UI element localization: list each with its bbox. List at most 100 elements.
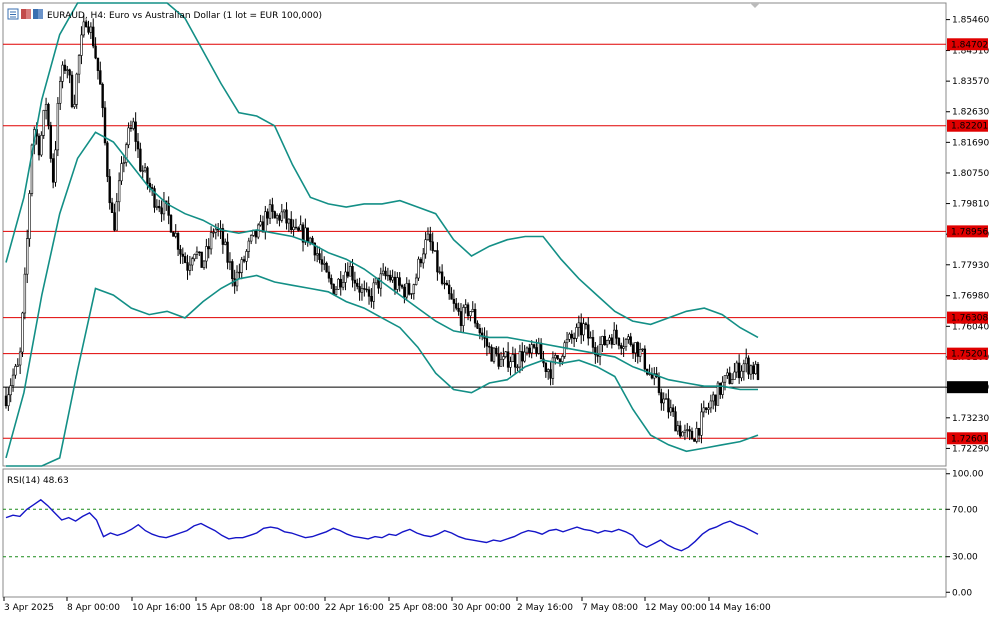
candle-body xyxy=(570,333,573,339)
candle-body xyxy=(532,344,536,348)
candle-body xyxy=(174,233,177,237)
price-tick-label: 1.80750 xyxy=(952,169,989,179)
candle-body xyxy=(679,425,682,437)
candle[interactable] xyxy=(200,251,203,268)
candle[interactable] xyxy=(40,131,43,157)
candle[interactable] xyxy=(492,347,496,364)
candle[interactable] xyxy=(563,340,566,359)
candle[interactable] xyxy=(103,101,107,146)
candle-body xyxy=(389,274,392,281)
candle-body xyxy=(440,271,444,284)
candle-body xyxy=(549,369,552,379)
candle-body xyxy=(297,227,300,231)
candle-body xyxy=(457,307,460,312)
candle-body xyxy=(735,362,738,373)
candle-body xyxy=(523,351,526,362)
candle-body xyxy=(96,57,100,71)
candle-body xyxy=(320,259,324,265)
candle-body xyxy=(372,282,375,302)
time-tick-label: 18 Apr 00:00 xyxy=(261,603,320,613)
candle-body xyxy=(209,232,213,250)
candle-body xyxy=(308,237,312,243)
candle-body xyxy=(63,64,67,71)
candle[interactable] xyxy=(75,72,78,109)
candle-body xyxy=(212,232,215,234)
candle[interactable] xyxy=(325,261,328,273)
candle-body xyxy=(587,324,590,339)
candle-body xyxy=(266,211,269,219)
candle-body xyxy=(47,103,50,126)
candle-body xyxy=(87,26,90,33)
candle[interactable] xyxy=(681,431,684,437)
candle-body xyxy=(495,347,498,355)
candle[interactable] xyxy=(56,97,60,157)
candle-body xyxy=(108,176,111,204)
candle-body xyxy=(381,270,385,275)
candle-body xyxy=(488,345,491,348)
candle-body xyxy=(704,407,708,410)
candle[interactable] xyxy=(643,345,647,373)
candle-body xyxy=(169,215,173,233)
candle[interactable] xyxy=(273,210,276,219)
candle-body xyxy=(603,336,606,346)
candle-body xyxy=(438,271,441,273)
candle[interactable] xyxy=(23,267,27,320)
candle[interactable] xyxy=(21,311,24,358)
candle-body xyxy=(82,21,85,36)
candle[interactable] xyxy=(106,140,109,183)
candle-body xyxy=(702,407,705,413)
candle-body xyxy=(150,187,154,189)
trading-chart[interactable]: 1.854601.845101.835701.826301.816901.807… xyxy=(0,0,1000,620)
candle-body xyxy=(627,336,630,340)
candle[interactable] xyxy=(28,190,31,247)
candle-body xyxy=(273,211,276,219)
candle[interactable] xyxy=(433,250,437,252)
flag-icon xyxy=(21,9,31,19)
candle-body xyxy=(70,74,74,108)
candle-body xyxy=(742,363,746,372)
price-tick-label: 1.79810 xyxy=(952,200,989,210)
candle-body xyxy=(193,254,196,260)
candle-body xyxy=(709,400,713,409)
candle[interactable] xyxy=(42,109,45,139)
candle-body xyxy=(464,304,467,308)
candle[interactable] xyxy=(47,102,50,130)
candle-body xyxy=(398,277,401,286)
candle-body xyxy=(688,429,691,432)
candle-body xyxy=(613,329,616,345)
candle-body xyxy=(426,233,430,240)
candle-body xyxy=(179,249,182,255)
candle-body xyxy=(676,425,680,432)
candle[interactable] xyxy=(257,223,260,240)
candle[interactable] xyxy=(490,344,493,362)
rsi-tick-label: 70.00 xyxy=(952,505,978,515)
candle[interactable] xyxy=(172,231,175,237)
candle-body xyxy=(23,273,27,314)
candle[interactable] xyxy=(716,381,720,406)
candle-body xyxy=(115,201,118,231)
candle-body xyxy=(9,385,12,396)
candle-body xyxy=(634,342,637,354)
candle-body xyxy=(518,351,522,368)
candle-body xyxy=(683,429,687,433)
candle[interactable] xyxy=(49,121,52,163)
candle[interactable] xyxy=(337,278,340,290)
level-label-text: 1.78956 xyxy=(951,227,988,237)
candle-body xyxy=(530,344,533,354)
candle-body xyxy=(400,285,404,288)
candle-body xyxy=(754,363,757,374)
current-price-label-text: 1.74171 xyxy=(951,383,988,393)
candle-body xyxy=(332,283,335,295)
candle[interactable] xyxy=(169,214,173,233)
candle-body xyxy=(693,438,696,442)
candle-body xyxy=(605,340,609,346)
candle[interactable] xyxy=(756,361,760,381)
candle[interactable] xyxy=(70,71,74,109)
candle[interactable] xyxy=(417,256,420,281)
candle-body xyxy=(356,282,359,287)
rsi-label: RSI(14) 48.63 xyxy=(7,476,69,486)
candle-body xyxy=(410,293,413,295)
candle-body xyxy=(315,253,319,256)
candle-body xyxy=(101,84,104,109)
flag-icon xyxy=(33,9,43,19)
